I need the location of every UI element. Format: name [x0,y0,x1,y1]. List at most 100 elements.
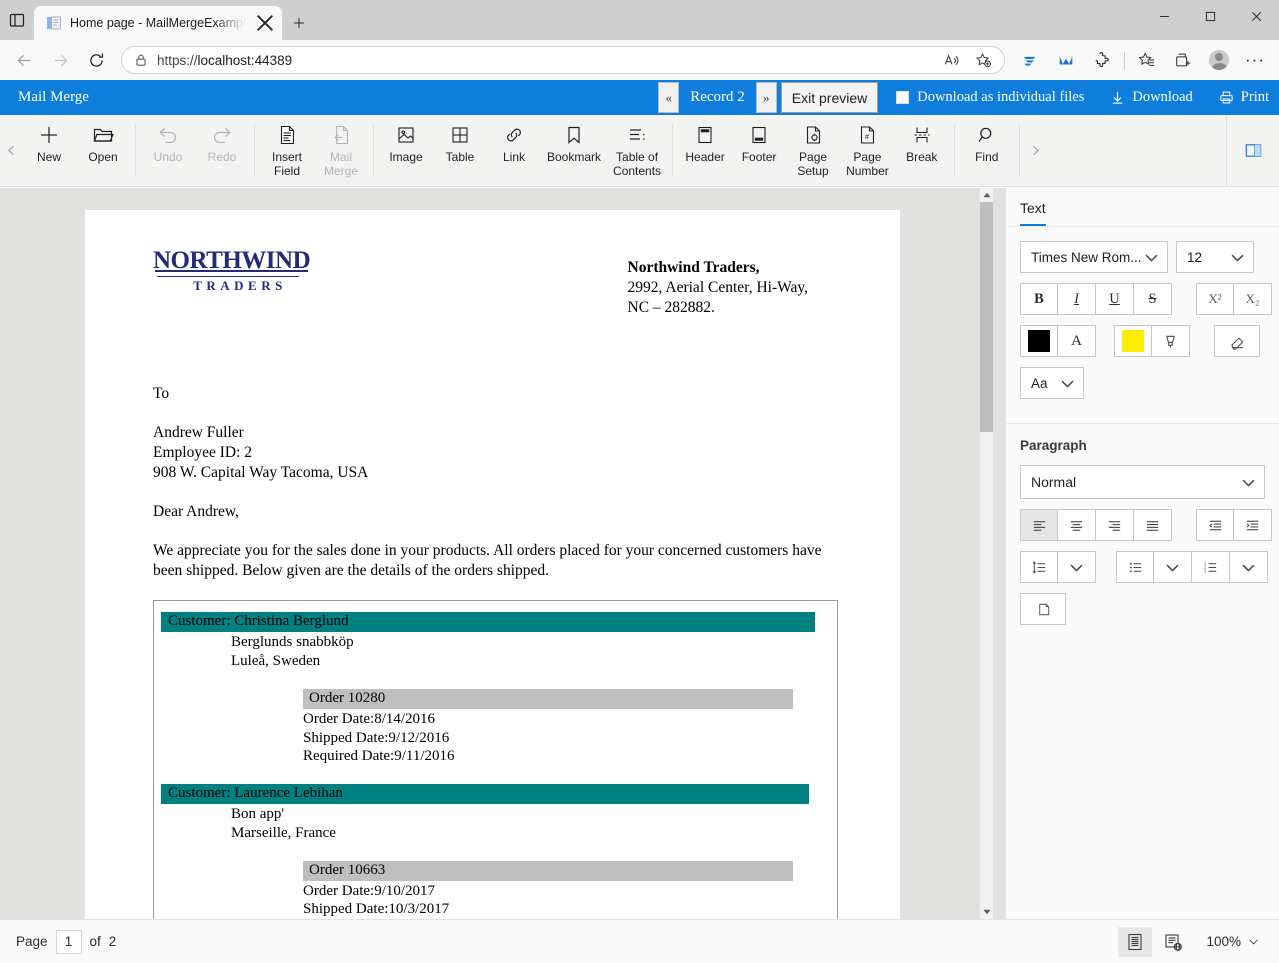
read-aloud-button[interactable] [936,46,966,74]
bullet-list-button[interactable] [1116,551,1154,583]
line-spacing-dropdown-button[interactable] [1058,551,1096,583]
ribbon-break-button[interactable]: Break [895,115,949,186]
window-close-button[interactable] [1233,0,1279,32]
extensions-button[interactable] [1085,44,1119,76]
scrollbar-thumb[interactable] [980,202,993,432]
ribbon-undo-button[interactable]: Undo [141,115,195,186]
paragraph-marks-button[interactable] [1020,593,1066,625]
ribbon-table-label: Table [445,150,475,164]
forward-button[interactable] [43,43,77,77]
tab-text[interactable]: Text [1020,200,1046,226]
align-center-button[interactable] [1058,509,1096,541]
customer-company: Bon app' [231,805,285,822]
page-navigation: Page 1 of 2 [16,929,116,954]
previous-record-button[interactable]: « [658,82,680,113]
window-minimize-button[interactable] [1141,0,1187,32]
web-layout-button[interactable] [1156,927,1190,957]
clear-formatting-button[interactable] [1214,325,1260,357]
tab-search-button[interactable] [0,0,34,40]
download-individual-checkbox[interactable] [896,91,910,104]
ribbon-bookmark-button[interactable]: Bookmark [541,115,607,186]
scroll-up-button[interactable] [980,188,993,202]
download-individual-toggle[interactable]: Download as individual files [896,89,1084,106]
favorites-button[interactable] [1130,44,1164,76]
align-justify-button[interactable] [1134,509,1172,541]
ribbon-image-button[interactable]: Image [379,115,433,186]
print-button[interactable]: Print [1219,89,1269,106]
underline-button[interactable]: U [1096,283,1134,315]
page-number-input[interactable]: 1 [55,929,82,954]
customer-details: Bon app' Marseille, France [154,804,837,843]
exit-preview-button[interactable]: Exit preview [780,82,879,113]
list-row: 123 [1020,551,1268,583]
align-left-button[interactable] [1020,509,1058,541]
paragraph-style-select[interactable]: Normal [1020,465,1265,499]
next-record-button[interactable]: » [755,82,777,113]
titlebar-drag-area [316,0,1141,40]
ribbon-new-button[interactable]: New [22,115,76,186]
tab-close-button[interactable] [254,12,276,34]
font-family-select[interactable]: Times New Rom... [1020,241,1168,273]
back-button[interactable] [7,43,41,77]
collections-button[interactable] [1166,44,1200,76]
plus-icon [294,18,304,28]
add-favorite-button[interactable] [968,46,998,74]
increase-indent-button[interactable] [1234,509,1272,541]
ribbon-mail-merge-button[interactable]: Mail Merge [314,115,368,186]
italic-button[interactable]: I [1058,283,1096,315]
font-color-swatch-button[interactable] [1020,325,1058,357]
print-layout-button[interactable] [1118,926,1153,957]
highlight-color-swatch-button[interactable] [1114,325,1152,357]
document-page[interactable]: NORTHWIND TRADERS Northwind Traders, 299… [85,210,900,919]
download-button[interactable]: Download [1110,89,1193,106]
address-input[interactable]: https://localhost:44389 [121,46,1005,74]
window-maximize-button[interactable] [1187,0,1233,32]
editor-extension-button[interactable] [1013,44,1047,76]
reload-button[interactable] [79,43,113,77]
align-right-button[interactable] [1096,509,1134,541]
font-size-value: 12 [1187,249,1203,265]
ribbon-page-setup-button[interactable]: Page Setup [786,115,840,186]
ribbon-scroll-right-button[interactable] [1025,115,1047,186]
change-case-select[interactable]: Aa [1020,367,1084,399]
ribbon-header-button[interactable]: Header [678,115,732,186]
font-size-select[interactable]: 12 [1176,241,1254,273]
ribbon-open-button[interactable]: Open [76,115,130,186]
avatar [1209,50,1229,70]
ribbon-redo-label: Redo [207,150,237,164]
ribbon-find-button[interactable]: Find [960,115,1014,186]
scroll-down-button[interactable] [980,905,993,919]
browser-settings-button[interactable]: ··· [1238,44,1272,76]
ribbon-scroll-left-button[interactable] [0,115,22,186]
subscript-button[interactable]: X₂ [1234,283,1272,315]
decrease-indent-button[interactable] [1196,509,1234,541]
bullet-list-dropdown-button[interactable] [1154,551,1192,583]
ribbon-table-button[interactable]: Table [433,115,487,186]
numbered-list-dropdown-button[interactable] [1230,551,1268,583]
ribbon-redo-button[interactable]: Redo [195,115,249,186]
customer-details: Berglunds snabbköp Luleå, Sweden [154,632,837,671]
document-scrollbar[interactable] [980,188,993,919]
download-individual-label: Download as individual files [917,89,1085,105]
line-spacing-button[interactable] [1020,551,1058,583]
scrollbar-track[interactable] [980,202,993,905]
document-canvas[interactable]: NORTHWIND TRADERS Northwind Traders, 299… [0,188,1005,919]
recipient-block: Andrew Fuller Employee ID: 2 908 W. Capi… [153,423,838,483]
font-color-button[interactable]: A [1058,325,1096,357]
numbered-list-button[interactable]: 123 [1192,551,1230,583]
ribbon-table-of-contents-button[interactable]: Table of Contents [607,115,667,186]
superscript-button[interactable]: X² [1196,283,1234,315]
strikethrough-button[interactable]: S [1134,283,1172,315]
ribbon-insert-field-button[interactable]: Insert Field [260,115,314,186]
ribbon-footer-button[interactable]: Footer [732,115,786,186]
properties-pane-toggle-button[interactable] [1235,133,1271,169]
ribbon-page-number-button[interactable]: # Page Number [840,115,895,186]
zoom-control[interactable]: 100% [1206,934,1263,949]
browser-tab[interactable]: Home page - MailMergeExample [34,6,282,40]
new-tab-button[interactable] [282,6,316,40]
bold-button[interactable]: B [1020,283,1058,315]
malwarebytes-extension-button[interactable] [1049,44,1083,76]
highlight-button[interactable] [1152,325,1190,357]
ribbon-link-button[interactable]: Link [487,115,541,186]
profile-button[interactable] [1202,44,1236,76]
